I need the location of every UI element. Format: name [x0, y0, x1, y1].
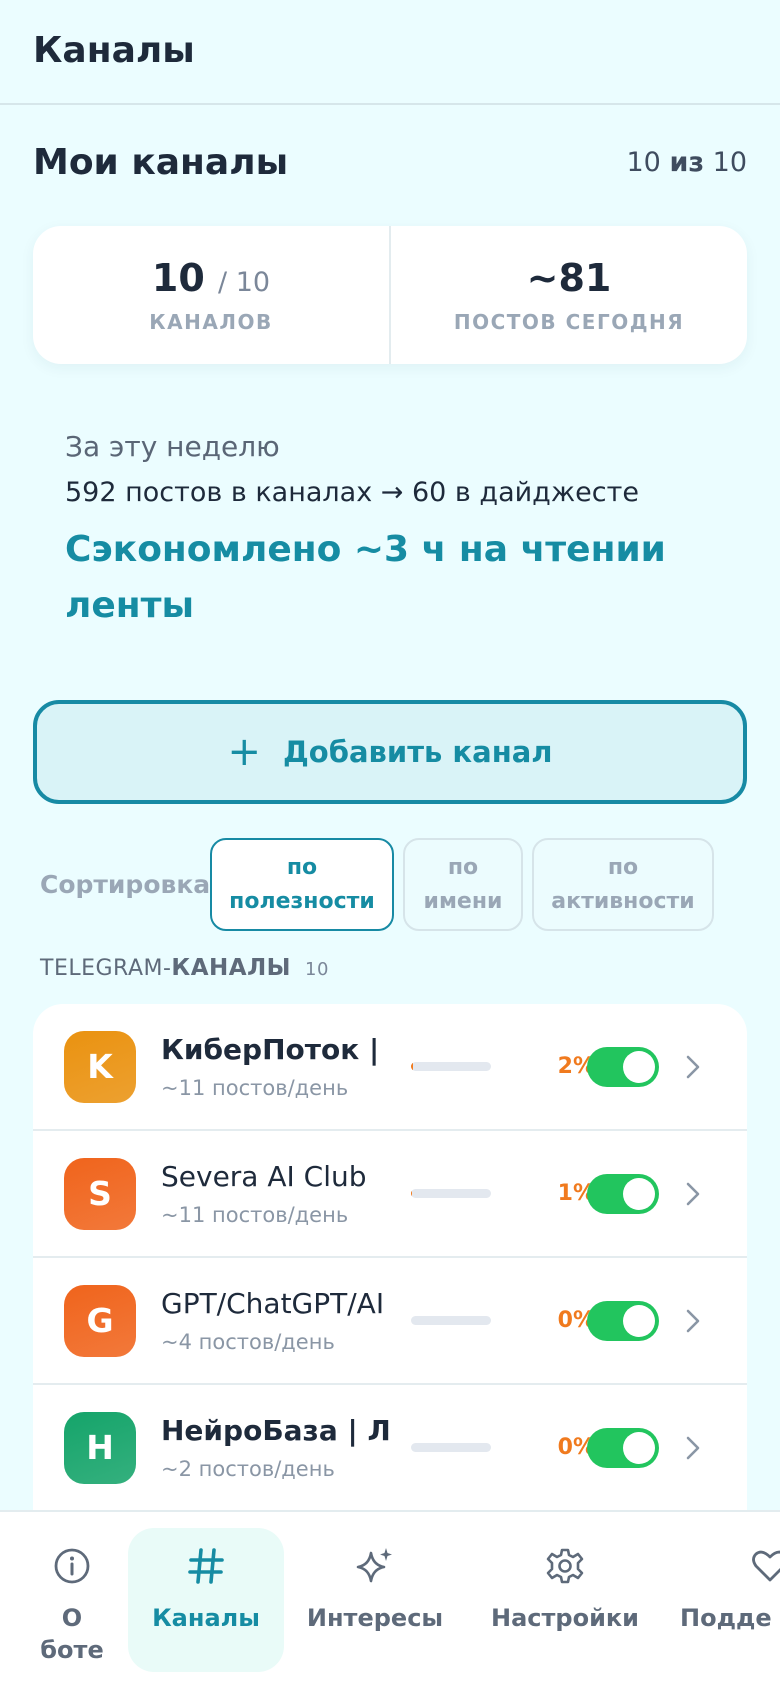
- usefulness-bar: [411, 1316, 491, 1325]
- channel-avatar: G: [64, 1284, 136, 1357]
- sort-usefulness-line2: полезности: [229, 888, 375, 914]
- nav-about-line1: О: [61, 1604, 83, 1632]
- usefulness-bar: [411, 1189, 491, 1198]
- sort-by-name[interactable]: по имени: [403, 838, 523, 931]
- channel-info: GPT/ChatGPT/AI ~4 постов/день: [161, 1287, 389, 1354]
- channel-avatar: Н: [64, 1411, 136, 1484]
- stat-channels-value: 10 / 10: [152, 256, 270, 300]
- nav-interests-label: Интересы: [306, 1604, 444, 1632]
- channel-row[interactable]: Н НейроБаза | Ла ~2 постов/день 0%: [33, 1385, 747, 1512]
- nav-interests[interactable]: Интересы: [300, 1528, 450, 1672]
- channel-name: GPT/ChatGPT/AI: [161, 1287, 385, 1320]
- channel-list: K КиберПоток | I ~11 постов/день 2% S Se…: [33, 1004, 747, 1524]
- sort-activity-line1: по: [607, 854, 639, 880]
- channel-enabled-toggle[interactable]: [587, 1046, 659, 1087]
- channel-enabled-toggle[interactable]: [587, 1173, 659, 1214]
- channel-post-rate: ~2 постов/день: [161, 1457, 335, 1481]
- sparkles-icon: [354, 1536, 396, 1596]
- app-screen: Каналы Мои каналы 10 из 10 10 / 10 КАНАЛ…: [0, 0, 780, 1688]
- channel-enabled-toggle[interactable]: [587, 1300, 659, 1341]
- usefulness-bar-fill: [411, 1189, 412, 1198]
- channel-info: КиберПоток | I ~11 постов/день: [161, 1033, 389, 1100]
- add-channel-label: Добавить канал: [282, 735, 553, 769]
- nav-settings[interactable]: Настройки: [480, 1528, 650, 1672]
- channels-limit: / 10: [218, 267, 271, 298]
- stat-posts-caption: ПОСТОВ СЕГОДНЯ: [453, 310, 685, 334]
- sort-name-line2: имени: [423, 888, 503, 914]
- sort-by-usefulness[interactable]: по полезности: [210, 838, 394, 931]
- channels-counter: 10 из 10: [626, 147, 747, 178]
- channel-row[interactable]: S Severa AI Club ~11 постов/день 1%: [33, 1131, 747, 1258]
- section-title: Мои каналы: [33, 142, 289, 183]
- channels-value: 10: [151, 256, 205, 300]
- nav-settings-label: Настройки: [490, 1604, 639, 1632]
- stat-posts: ~81 ПОСТОВ СЕГОДНЯ: [389, 226, 747, 364]
- chevron-right-icon[interactable]: [686, 1433, 706, 1463]
- nav-support-label: Подде: [680, 1604, 772, 1632]
- week-label: За эту неделю: [65, 430, 280, 463]
- channel-row[interactable]: K КиберПоток | I ~11 постов/день 2%: [33, 1004, 747, 1131]
- sort-name-line1: по: [447, 854, 479, 880]
- channel-row[interactable]: G GPT/ChatGPT/AI ~4 постов/день 0%: [33, 1258, 747, 1385]
- stats-card: 10 / 10 КАНАЛОВ ~81 ПОСТОВ СЕГОДНЯ: [33, 226, 747, 364]
- counter-separator: из: [669, 147, 705, 178]
- plus-icon: +: [227, 729, 261, 775]
- nav-channels-label: Каналы: [152, 1604, 260, 1632]
- channel-post-rate: ~11 постов/день: [161, 1076, 349, 1100]
- sort-row: Сортировка: по полезности по имени по актив…: [40, 838, 750, 931]
- channels-header-title: КАНАЛЫ: [171, 955, 292, 981]
- channels-header-prefix: TELEGRAM-: [40, 956, 172, 981]
- channel-post-rate: ~4 постов/день: [161, 1330, 335, 1354]
- channel-avatar: S: [64, 1157, 136, 1230]
- stat-channels: 10 / 10 КАНАЛОВ: [33, 226, 389, 364]
- header: Каналы: [0, 0, 780, 105]
- chevron-right-icon[interactable]: [686, 1306, 706, 1336]
- chevron-right-icon[interactable]: [686, 1179, 706, 1209]
- chevron-right-icon[interactable]: [686, 1052, 706, 1082]
- usefulness-percent: 1%: [557, 1181, 595, 1206]
- nav-about-label: Оботе: [40, 1602, 103, 1666]
- nav-about[interactable]: Оботе: [22, 1528, 122, 1672]
- heart-icon: [680, 1536, 780, 1596]
- channel-info: Severa AI Club ~11 постов/день: [161, 1160, 389, 1227]
- gear-icon: [545, 1536, 585, 1596]
- page-title: Каналы: [33, 30, 195, 71]
- counter-total: 10: [712, 147, 747, 178]
- channel-name: НейроБаза | Ла: [161, 1414, 389, 1447]
- usefulness-bar: [411, 1443, 491, 1452]
- bottom-nav: Оботе Каналы Интересы Настройки Подде: [0, 1510, 780, 1688]
- usefulness-percent: 0%: [557, 1435, 595, 1460]
- my-channels-heading: Мои каналы 10 из 10: [33, 142, 747, 183]
- time-saved: Сэкономлено ~3 ч на чтении ленты: [65, 529, 666, 626]
- channels-list-header: TELEGRAM-КАНАЛЫ 10: [40, 955, 329, 981]
- week-stats: 592 постов в каналах → 60 в дайджесте: [65, 477, 639, 508]
- add-channel-button[interactable]: + Добавить канал: [33, 700, 747, 804]
- channel-name: КиберПоток | I: [161, 1033, 389, 1066]
- counter-used: 10: [626, 147, 661, 178]
- channel-info: НейроБаза | Ла ~2 постов/день: [161, 1414, 389, 1481]
- nav-support[interactable]: Подде: [680, 1528, 780, 1672]
- stat-posts-value: ~81: [526, 256, 612, 300]
- sort-usefulness-line1: по: [286, 854, 318, 880]
- channel-avatar: K: [64, 1030, 136, 1103]
- sort-label: Сортировка:: [40, 870, 221, 899]
- info-icon: [52, 1536, 92, 1596]
- channels-header-count: 10: [305, 959, 329, 980]
- channel-enabled-toggle[interactable]: [587, 1427, 659, 1468]
- sort-by-activity[interactable]: по активности: [532, 838, 714, 931]
- stat-channels-caption: КАНАЛОВ: [149, 310, 273, 334]
- sort-activity-line2: активности: [551, 888, 695, 914]
- usefulness-bar: [411, 1062, 491, 1071]
- week-summary: За эту неделю 592 постов в каналах → 60 …: [65, 430, 740, 634]
- nav-channels[interactable]: Каналы: [128, 1528, 284, 1672]
- channel-name: Severa AI Club: [161, 1160, 367, 1193]
- usefulness-percent: 2%: [557, 1054, 595, 1079]
- channel-post-rate: ~11 постов/день: [161, 1203, 349, 1227]
- usefulness-bar-fill: [411, 1062, 413, 1071]
- hash-icon: [186, 1536, 226, 1596]
- usefulness-percent: 0%: [557, 1308, 595, 1333]
- nav-about-line2: боте: [40, 1636, 104, 1664]
